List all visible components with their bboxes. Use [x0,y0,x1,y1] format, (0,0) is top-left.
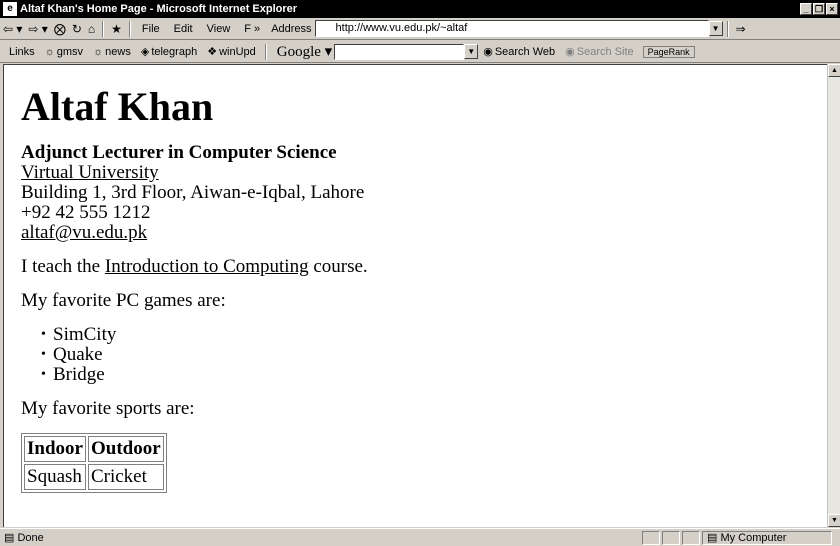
toolbar-separator [128,20,131,37]
toolbar-separator [264,43,267,60]
refresh-icon[interactable]: ↻ [69,22,85,36]
computer-icon: ▤ [707,531,721,544]
address-dropdown-button[interactable]: ▼ [708,21,723,36]
sports-table: Indoor Outdoor Squash Cricket [21,433,167,493]
window-controls: _ ❐ × [800,3,838,15]
games-list: SimCity Quake Bridge [41,325,827,386]
windows-update-icon: ❖ [207,46,218,58]
toolbar-separator [726,20,729,37]
title-bar: e Altaf Khan's Home Page - Microsoft Int… [0,0,840,18]
google-logo[interactable]: Google ▾ [275,42,334,61]
course-link[interactable]: Introduction to Computing [105,256,309,277]
university-link[interactable]: Virtual University [21,162,159,183]
status-text: ▤ Done [0,531,642,544]
status-panel [642,530,660,545]
search-web-button[interactable]: ◉ Search Web [478,45,560,58]
google-dropdown-button[interactable]: ▼ [464,44,479,59]
close-button[interactable]: × [826,3,838,15]
search-site-button[interactable]: ◉ Search Site [560,45,638,58]
teach-paragraph: I teach the Introduction to Computing co… [21,257,827,277]
pagerank-indicator: PageRank [642,45,695,58]
forward-icon[interactable]: ⇨ ▾ [25,22,50,36]
link-label: winUpd [219,46,256,58]
address-text: Building 1, 3rd Floor, Aiwan-e-Iqbal, La… [21,182,365,203]
link-news[interactable]: ☼ news [88,46,136,58]
table-header-row: Indoor Outdoor [24,436,164,462]
sports-intro: My favorite sports are: [21,398,195,419]
main-toolbar: ⇦ ▾ ⇨ ▾ ⨂ ↻ ⌂ ★ File Edit View F » Addre… [0,18,840,40]
link-label: telegraph [151,46,198,58]
page-done-icon: ▤ [4,532,18,544]
page-icon: ☼ [44,45,55,58]
search-site-label: Search Site [576,46,634,58]
table-header: Outdoor [87,436,164,462]
email-line: altaf@vu.edu.pk [21,223,827,243]
position-text: Adjunct Lecturer in Computer Science [21,142,337,163]
teach-prefix: I teach the [21,256,105,277]
email-link[interactable]: altaf@vu.edu.pk [21,222,147,243]
status-label: Done [17,532,44,544]
menu-file[interactable]: File [135,23,167,35]
table-row: Squash Cricket [24,464,164,490]
scroll-up-button[interactable]: ▲ [828,64,840,77]
ie-icon: e [3,2,17,16]
binoculars-icon: ◉ [483,46,493,58]
menu-view[interactable]: View [200,23,238,35]
google-label: Google [276,44,321,60]
list-item: Quake [41,345,827,366]
address-label: Address [271,22,312,35]
table-cell: Cricket [87,464,164,490]
home-icon[interactable]: ⌂ [85,22,98,36]
page-icon: ☼ [93,45,104,58]
link-label: gmsv [56,45,84,58]
list-item: SimCity [41,325,827,346]
restore-button[interactable]: ❐ [813,3,825,15]
minimize-button[interactable]: _ [800,3,812,15]
scroll-down-button[interactable]: ▼ [828,514,840,527]
teach-suffix: course. [308,256,368,277]
university-line: Virtual University [21,163,827,183]
games-intro: My favorite PC games are: [21,290,226,311]
phone-text: +92 42 555 1212 [21,202,151,223]
menu-edit[interactable]: Edit [167,23,200,35]
links-label: Links [9,45,35,58]
menu-more[interactable]: F » [237,23,267,35]
page-icon: ◈ [140,46,150,58]
favorites-icon[interactable]: ★ [108,22,125,36]
status-bar: ▤ Done ▤ My Computer [0,528,840,546]
security-zone: ▤ My Computer [702,530,832,545]
table-header: Indoor [24,436,86,462]
back-icon[interactable]: ⇦ ▾ [0,22,25,36]
link-telegraph[interactable]: ◈ telegraph [136,45,202,58]
links-toolbar: Links ☼ gmsv ☼ news ◈ telegraph ❖ winUpd Goo… [0,41,840,63]
page-heading: Altaf Khan [21,84,214,129]
vertical-scrollbar[interactable]: ▲ ▼ [827,64,840,527]
status-panel [682,530,700,545]
address-input[interactable]: http://www.vu.edu.pk/~altaf [314,20,709,37]
table-cell: Squash [24,464,86,490]
link-label: news [105,45,131,58]
search-site-icon: ◉ [565,46,575,58]
go-icon[interactable]: ⇒ [733,22,749,36]
list-item: Bridge [41,365,827,386]
link-winupd[interactable]: ❖ winUpd [202,45,261,58]
status-panel [662,530,680,545]
link-gmsv[interactable]: ☼ gmsv [40,46,88,58]
page-content: Altaf Khan Adjunct Lecturer in Computer … [3,64,827,527]
google-search-input[interactable] [334,43,465,60]
window-title: Altaf Khan's Home Page - Microsoft Inter… [20,3,298,15]
toolbar-separator [102,20,105,37]
zone-label: My Computer [720,531,787,544]
stop-icon[interactable]: ⨂ [51,22,69,36]
position-title: Adjunct Lecturer in Computer Science [21,143,827,163]
search-web-label: Search Web [494,46,556,58]
